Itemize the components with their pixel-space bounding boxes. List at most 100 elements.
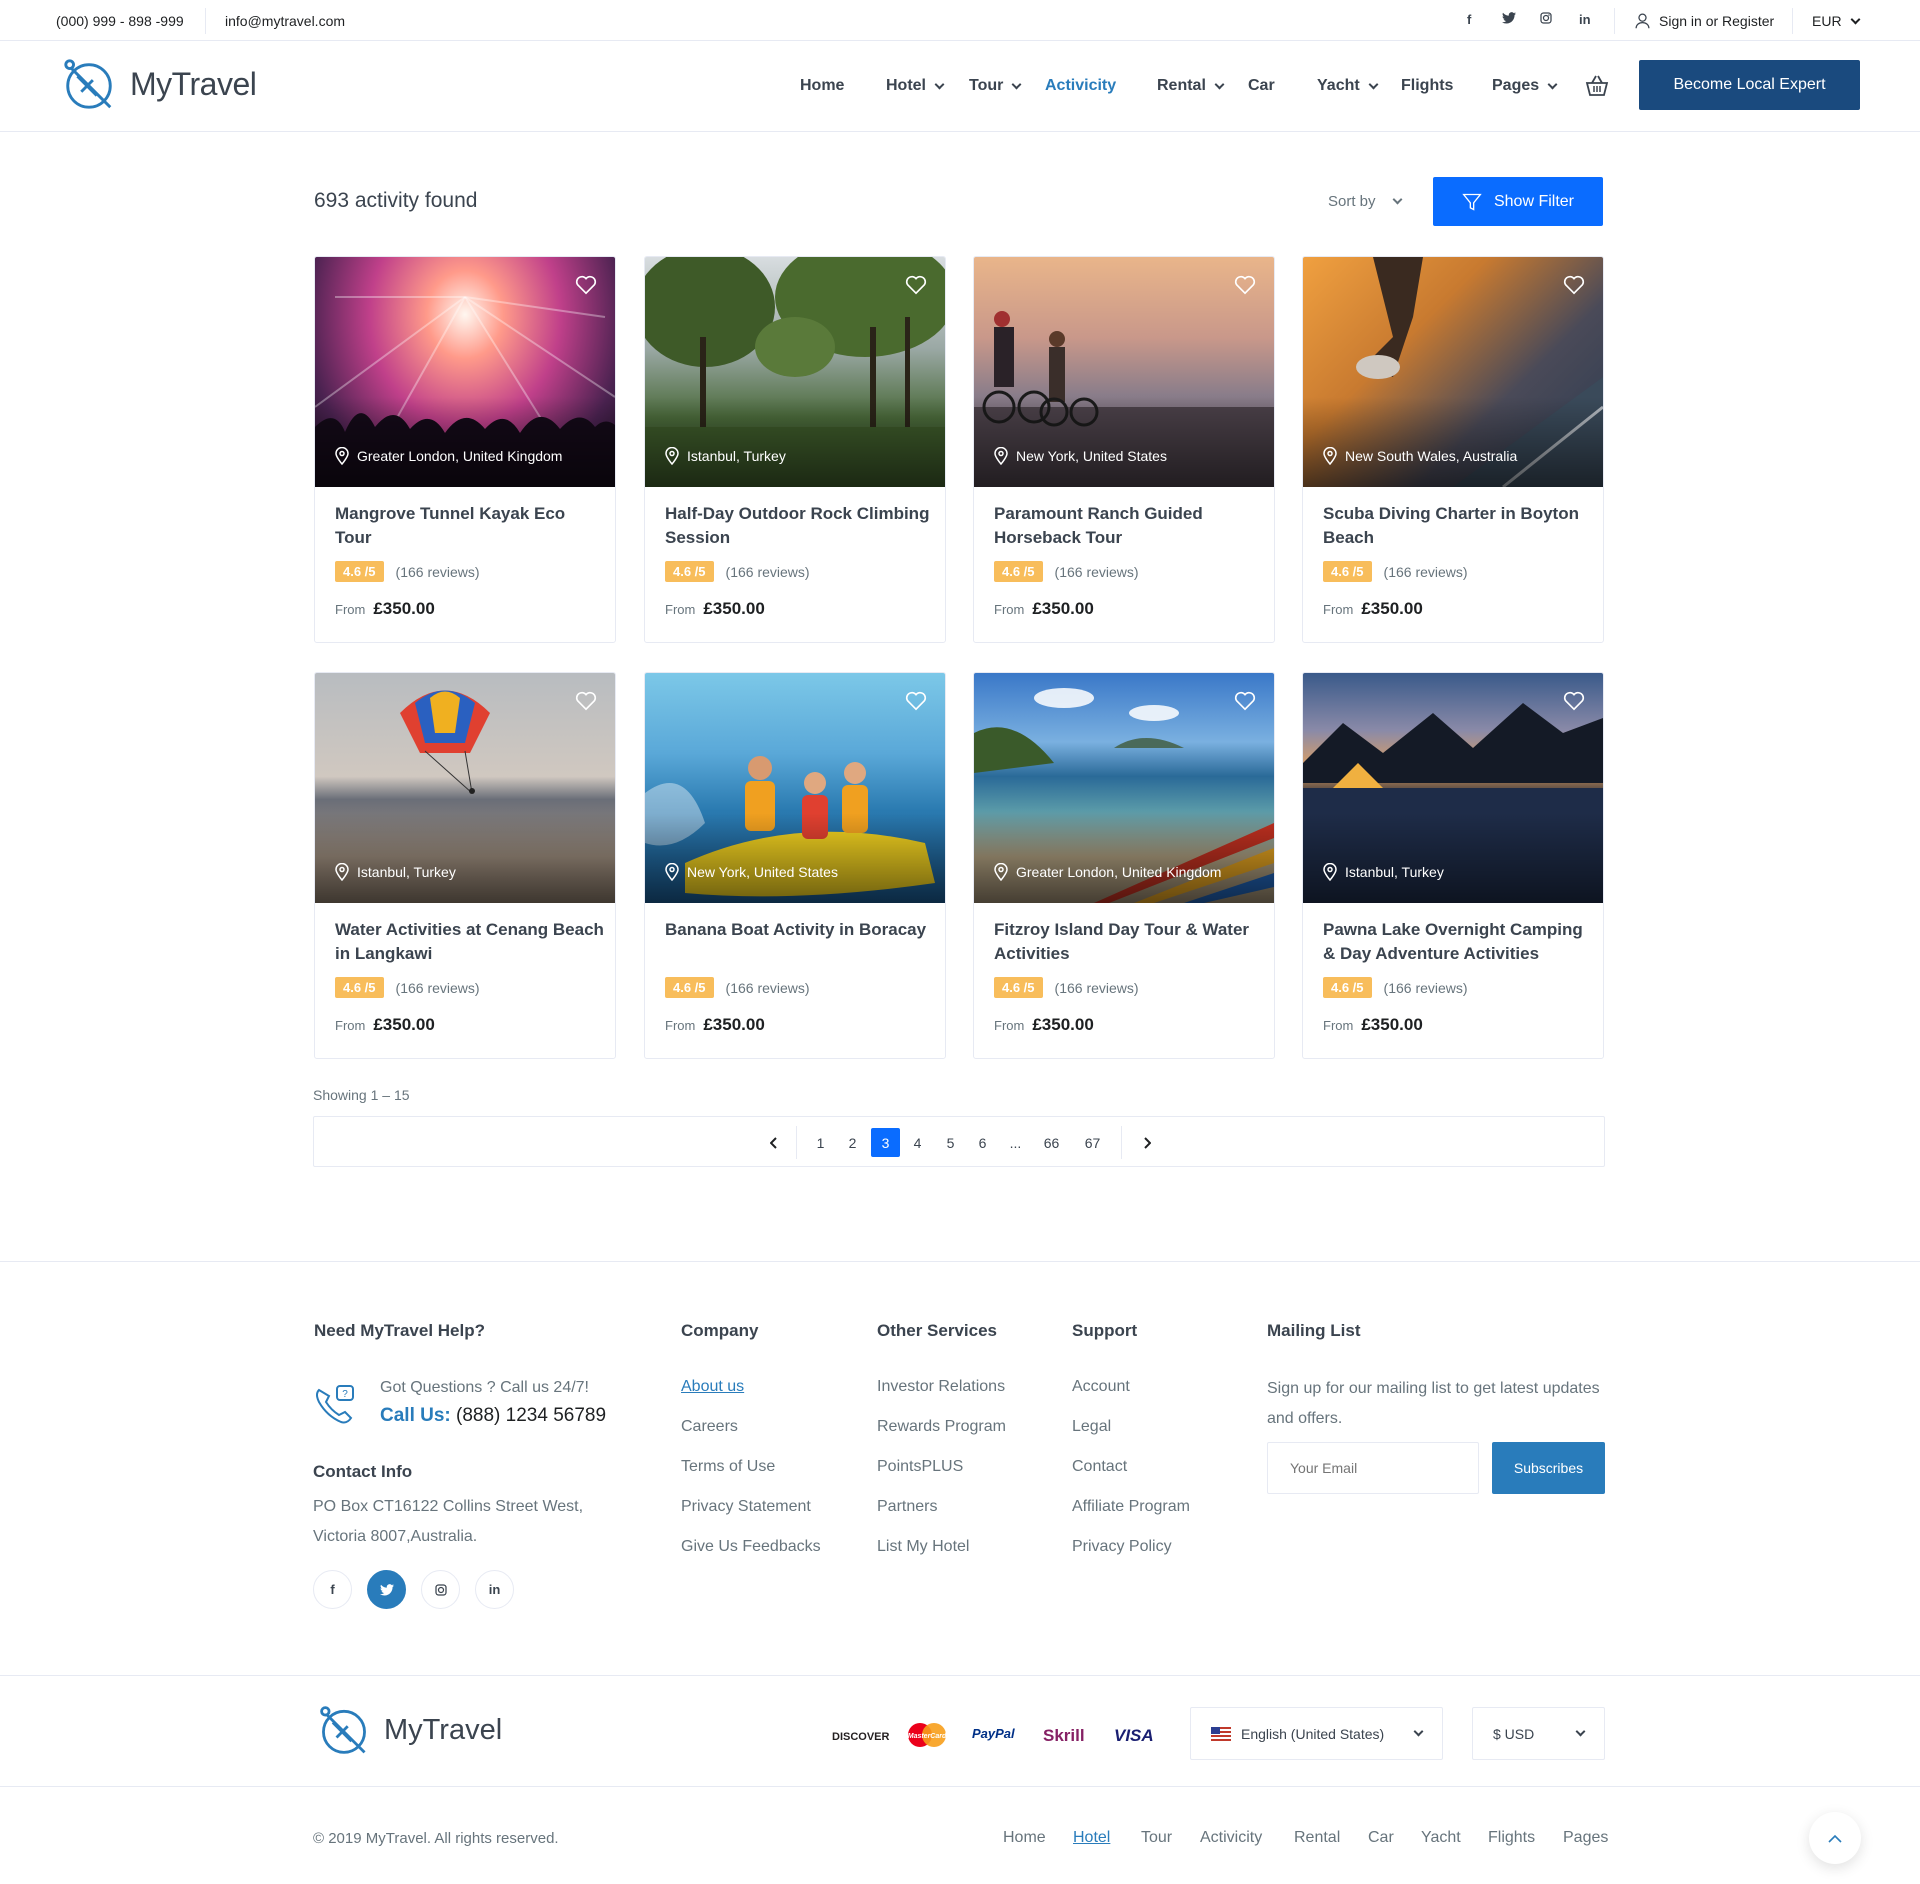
currency-select[interactable]: EUR (1812, 13, 1861, 29)
bottom-nav-hotel[interactable]: Hotel (1073, 1829, 1110, 1847)
nav-home[interactable]: Home (800, 77, 844, 95)
help-phone[interactable]: Call Us: (888) 1234 56789 (380, 1405, 606, 1427)
card-title[interactable]: Water Activities at Cenang Beach in Lang… (335, 918, 605, 966)
footer-link-privacy-policy[interactable]: Privacy Policy (1072, 1538, 1172, 1556)
language-label: English (United States) (1241, 1725, 1385, 1742)
nav-car[interactable]: Car (1248, 77, 1275, 95)
linkedin-icon[interactable]: in (475, 1570, 514, 1609)
facebook-icon[interactable]: f (1467, 12, 1471, 27)
nav-yacht[interactable]: Yacht (1317, 77, 1379, 95)
footer-link-terms[interactable]: Terms of Use (681, 1458, 775, 1476)
next-page-button[interactable] (1132, 1128, 1161, 1157)
activity-card[interactable]: Istanbul, Turkey Half-Day Outdoor Rock C… (644, 256, 946, 643)
nav-pages[interactable]: Pages (1492, 77, 1558, 95)
footer-currency-select[interactable]: $ USD (1472, 1707, 1605, 1760)
sort-label: Sort by (1328, 193, 1376, 210)
bottom-nav-tour[interactable]: Tour (1141, 1829, 1172, 1847)
filter-icon (1462, 193, 1482, 211)
footer-link-partners[interactable]: Partners (877, 1498, 937, 1516)
footer-link-contact[interactable]: Contact (1072, 1458, 1127, 1476)
card-location: Istanbul, Turkey (665, 447, 786, 465)
footer-logo[interactable]: MyTravel (316, 1702, 502, 1758)
instagram-icon[interactable] (421, 1570, 460, 1609)
twitter-icon[interactable] (367, 1570, 406, 1609)
nav-rental[interactable]: Rental (1157, 77, 1225, 95)
bottom-nav-yacht[interactable]: Yacht (1421, 1829, 1461, 1847)
activity-card[interactable]: New York, United States Paramount Ranch … (973, 256, 1275, 643)
card-price: From £350.00 (1323, 1015, 1423, 1035)
card-location: Istanbul, Turkey (1323, 863, 1444, 881)
nav-flights[interactable]: Flights (1401, 77, 1453, 95)
page-6[interactable]: 6 (968, 1128, 997, 1157)
page-66[interactable]: 66 (1037, 1128, 1066, 1157)
footer-link-legal[interactable]: Legal (1072, 1418, 1111, 1436)
card-title[interactable]: Mangrove Tunnel Kayak Eco Tour (335, 502, 605, 550)
activity-card[interactable]: Istanbul, Turkey Water Activities at Cen… (314, 672, 616, 1059)
subscribe-button[interactable]: Subscribes (1492, 1442, 1605, 1494)
sort-dropdown[interactable]: Sort by (1328, 193, 1402, 210)
bottom-nav-pages[interactable]: Pages (1563, 1829, 1608, 1847)
nav-tour[interactable]: Tour (969, 77, 1022, 95)
linkedin-icon[interactable]: in (1579, 12, 1591, 27)
footer-link-about[interactable]: About us (681, 1378, 744, 1396)
footer-link-feedback[interactable]: Give Us Feedbacks (681, 1538, 821, 1556)
cart-icon[interactable] (1585, 75, 1609, 102)
bottom-nav-activity[interactable]: Activicity (1200, 1829, 1262, 1847)
footer-link-rewards[interactable]: Rewards Program (877, 1418, 1006, 1436)
activity-card[interactable]: Istanbul, Turkey Pawna Lake Overnight Ca… (1302, 672, 1604, 1059)
phone-support-icon: ? (316, 1385, 354, 1424)
heart-icon[interactable] (575, 691, 597, 711)
page-5[interactable]: 5 (936, 1128, 965, 1157)
footer-link-list-hotel[interactable]: List My Hotel (877, 1538, 969, 1556)
card-title[interactable]: Fitzroy Island Day Tour & Water Activiti… (994, 918, 1264, 966)
activity-card[interactable]: New York, United States Banana Boat Acti… (644, 672, 946, 1059)
logo[interactable]: MyTravel (60, 55, 257, 113)
bottom-nav-flights[interactable]: Flights (1488, 1829, 1535, 1847)
footer-link-account[interactable]: Account (1072, 1378, 1130, 1396)
activity-card[interactable]: New South Wales, Australia Scuba Diving … (1302, 256, 1604, 643)
heart-icon[interactable] (1234, 275, 1256, 295)
activity-card[interactable]: Greater London, United Kingdom Fitzroy I… (973, 672, 1275, 1059)
card-title[interactable]: Half-Day Outdoor Rock Climbing Session (665, 502, 935, 550)
language-select[interactable]: English (United States) (1190, 1707, 1443, 1760)
heart-icon[interactable] (575, 275, 597, 295)
page-3[interactable]: 3 (871, 1128, 900, 1157)
heart-icon[interactable] (1563, 275, 1585, 295)
bottom-nav-rental[interactable]: Rental (1294, 1829, 1340, 1847)
heart-icon[interactable] (1234, 691, 1256, 711)
topbar-phone[interactable]: (000) 999 - 898 -999 (56, 13, 184, 29)
card-price: From £350.00 (335, 599, 435, 619)
nav-hotel[interactable]: Hotel (886, 77, 945, 95)
instagram-icon[interactable] (1540, 12, 1552, 27)
twitter-icon[interactable] (1502, 12, 1516, 27)
mastercard-icon: MasterCard (906, 1722, 948, 1753)
footer-link-careers[interactable]: Careers (681, 1418, 738, 1436)
card-title[interactable]: Pawna Lake Overnight Camping & Day Adven… (1323, 918, 1593, 966)
signin-link[interactable]: Sign in or Register (1634, 12, 1774, 29)
bottom-nav-home[interactable]: Home (1003, 1829, 1046, 1847)
heart-icon[interactable] (1563, 691, 1585, 711)
footer-link-affiliate[interactable]: Affiliate Program (1072, 1498, 1190, 1516)
page-2[interactable]: 2 (838, 1128, 867, 1157)
show-filter-button[interactable]: Show Filter (1433, 177, 1603, 226)
page-67[interactable]: 67 (1078, 1128, 1107, 1157)
page-1[interactable]: 1 (806, 1128, 835, 1157)
activity-card[interactable]: Greater London, United Kingdom Mangrove … (314, 256, 616, 643)
card-title[interactable]: Scuba Diving Charter in Boyton Beach (1323, 502, 1593, 550)
heart-icon[interactable] (905, 275, 927, 295)
card-title[interactable]: Paramount Ranch Guided Horseback Tour (994, 502, 1264, 550)
footer-link-points[interactable]: PointsPLUS (877, 1458, 963, 1476)
footer-link-investor[interactable]: Investor Relations (877, 1378, 1005, 1396)
bottom-nav-car[interactable]: Car (1368, 1829, 1394, 1847)
email-input[interactable] (1267, 1442, 1479, 1494)
prev-page-button[interactable] (759, 1128, 788, 1157)
card-title[interactable]: Banana Boat Activity in Boracay (665, 918, 935, 942)
heart-icon[interactable] (905, 691, 927, 711)
become-expert-button[interactable]: Become Local Expert (1639, 60, 1860, 110)
page-4[interactable]: 4 (903, 1128, 932, 1157)
nav-activity[interactable]: Activicity (1045, 77, 1116, 95)
footer-link-privacy-statement[interactable]: Privacy Statement (681, 1498, 811, 1516)
back-to-top-button[interactable] (1809, 1812, 1861, 1864)
facebook-icon[interactable]: f (313, 1570, 352, 1609)
topbar-email[interactable]: info@mytravel.com (225, 13, 345, 29)
